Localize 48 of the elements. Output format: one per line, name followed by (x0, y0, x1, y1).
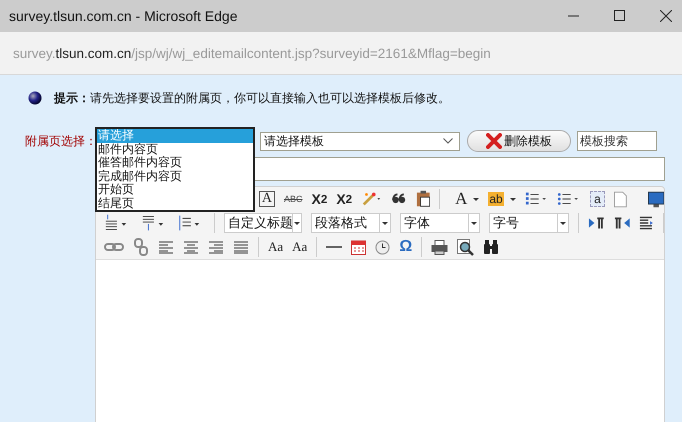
maximize-icon[interactable] (614, 10, 626, 22)
monitor-icon[interactable] (648, 190, 664, 208)
justify-icon[interactable] (233, 240, 249, 254)
cross-icon (486, 133, 502, 149)
indent-icon[interactable] (639, 216, 654, 230)
window-title: survey.tlsun.com.cn - Microsoft Edge (9, 8, 238, 24)
dropdown-option[interactable]: 催答邮件内容页 (97, 156, 253, 170)
horizontal-rule-icon[interactable] (326, 245, 342, 249)
chevron-icon (443, 138, 453, 144)
right-to-left-icon[interactable] (614, 216, 630, 230)
align-center-icon[interactable] (183, 240, 199, 254)
dropdown-option[interactable]: 完成邮件内容页 (97, 170, 253, 183)
format-select[interactable]: 字体 (400, 213, 480, 233)
template-select[interactable]: 请选择模板 (260, 132, 460, 150)
search-field[interactable]: 模板搜索 (577, 131, 657, 151)
url-text: survey.tlsun.com.cn/jsp/wj/wj_editemailcontent.jsp?surveyid=2161&Mflag=begin (13, 46, 491, 60)
format-select[interactable]: 字号 (489, 213, 570, 233)
format-select[interactable]: 自定义标题 (224, 213, 302, 233)
font-box-icon[interactable]: A (258, 191, 275, 207)
dropdown-option[interactable]: 邮件内容页 (97, 142, 253, 156)
page-icon[interactable] (614, 190, 627, 208)
align-right-icon[interactable] (208, 240, 224, 254)
lowercase-icon[interactable]: Aa (292, 239, 308, 255)
numbered-list-icon[interactable] (524, 191, 548, 207)
special-character-icon[interactable]: Ω (399, 238, 412, 256)
paste-icon[interactable] (416, 190, 430, 208)
format-select[interactable]: 段落格式 (311, 213, 392, 233)
left-to-right-icon[interactable] (588, 216, 605, 230)
hint-text: 提示：请先选择要设置的附属页，你可以直接输入也可以选择模板后修改。 (54, 90, 450, 106)
strikethrough-icon[interactable]: ABC (284, 194, 302, 204)
uppercase-icon[interactable]: Aa (268, 239, 284, 255)
close-icon[interactable] (660, 10, 672, 22)
anchor-icon[interactable]: a (590, 191, 605, 207)
unlink-icon[interactable] (133, 238, 149, 256)
calendar-icon[interactable] (351, 239, 366, 255)
binoculars-icon[interactable] (483, 240, 500, 254)
printer-icon[interactable] (431, 240, 448, 254)
align-left-icon[interactable] (158, 240, 174, 254)
address-bar[interactable]: survey.tlsun.com.cn/jsp/wj/wj_editemailcontent.jsp?surveyid=2161&Mflag=begin (0, 32, 682, 75)
delete-button[interactable]: 删除模板 (467, 130, 571, 152)
dropdown-option[interactable]: 结尾页 (97, 196, 253, 210)
preview-icon[interactable] (457, 238, 474, 256)
link-icon[interactable] (104, 241, 124, 253)
globe-icon (28, 91, 42, 105)
clock-icon[interactable] (375, 240, 390, 254)
quote-icon[interactable] (392, 193, 407, 205)
dropdown-option[interactable]: 开始页 (97, 183, 253, 196)
field-label: 附属页选择： (25, 132, 95, 150)
